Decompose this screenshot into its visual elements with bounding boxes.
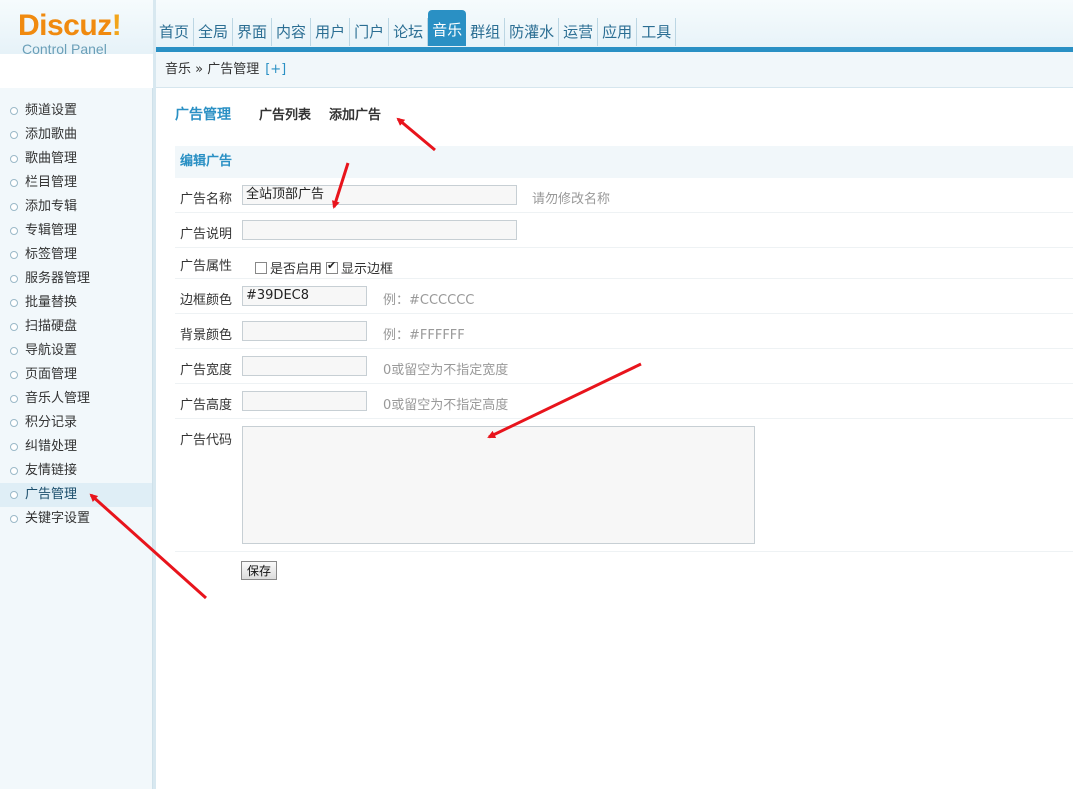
enable-label: 是否启用 xyxy=(270,262,323,277)
main-content: 广告管理 广告列表 添加广告 编辑广告 广告名称 全站顶部广告 请勿修改名称 广… xyxy=(165,88,1073,789)
nav-anti-spam[interactable]: 防灌水 xyxy=(505,18,560,46)
show-border-checkbox[interactable] xyxy=(326,259,338,274)
sidebar-item-friend-links[interactable]: 友情链接 xyxy=(0,459,152,483)
sidebar-item-musician-manage[interactable]: 音乐人管理 xyxy=(0,387,152,411)
ad-height-hint: 0或留空为不指定高度 xyxy=(383,398,509,413)
breadcrumb: 音乐 » 广告管理 [+] xyxy=(155,52,1073,88)
nav-tools[interactable]: 工具 xyxy=(637,18,677,46)
nav-apps[interactable]: 应用 xyxy=(598,18,638,46)
row-ad-name: 广告名称 全站顶部广告 请勿修改名称 xyxy=(175,178,1073,213)
logo-brand: Discuz xyxy=(18,9,112,42)
tab-ad-list[interactable]: 广告列表 xyxy=(259,104,311,123)
bg-color-hint: 例：#FFFFFF xyxy=(383,328,465,343)
sidebar-item-error-handling[interactable]: 纠错处理 xyxy=(0,435,152,459)
nav-home[interactable]: 首页 xyxy=(155,18,195,46)
sidebar-item-server-manage[interactable]: 服务器管理 xyxy=(0,267,152,291)
tab-add-ad[interactable]: 添加广告 xyxy=(329,104,381,123)
row-ad-desc: 广告说明 xyxy=(175,213,1073,248)
page-title: 广告管理 xyxy=(175,107,231,123)
ad-name-hint: 请勿修改名称 xyxy=(532,192,611,207)
border-option[interactable]: 显示边框 xyxy=(326,258,393,277)
nav-operations[interactable]: 运营 xyxy=(559,18,599,46)
bg-color-label: 背景颜色 xyxy=(180,328,233,343)
border-color-hint: 例：#CCCCCC xyxy=(383,293,475,308)
discuz-logo[interactable]: Discuz! Control Panel xyxy=(18,9,148,57)
top-nav: 首页 全局 界面 内容 用户 门户 论坛 音乐 群组 防灌水 运营 应用 工具 xyxy=(155,10,677,46)
ad-name-label: 广告名称 xyxy=(180,192,233,207)
sidebar-item-tag-manage[interactable]: 标签管理 xyxy=(0,243,152,267)
ad-name-input[interactable]: 全站顶部广告 xyxy=(242,185,517,205)
sidebar-item-add-album[interactable]: 添加专辑 xyxy=(0,195,152,219)
show-border-label: 显示边框 xyxy=(341,262,394,277)
enable-checkbox[interactable] xyxy=(255,262,267,274)
sub-tabs: 广告管理 广告列表 添加广告 xyxy=(175,104,399,124)
ad-width-input[interactable] xyxy=(242,356,367,376)
ad-desc-input[interactable] xyxy=(242,220,517,240)
ad-attr-label: 广告属性 xyxy=(180,259,233,274)
add-shortcut-link[interactable]: [+] xyxy=(265,62,286,77)
sidebar-item-keyword-settings[interactable]: 关键字设置 xyxy=(0,507,152,531)
ad-width-label: 广告宽度 xyxy=(180,363,233,378)
nav-global[interactable]: 全局 xyxy=(194,18,234,46)
enable-option[interactable]: 是否启用 xyxy=(255,258,322,277)
ad-width-hint: 0或留空为不指定宽度 xyxy=(383,363,509,378)
nav-interface[interactable]: 界面 xyxy=(233,18,273,46)
edit-ad-form: 编辑广告 广告名称 全站顶部广告 请勿修改名称 广告说明 广告属性 是否启用 显… xyxy=(175,146,1073,552)
ad-height-label: 广告高度 xyxy=(180,398,233,413)
nav-forum[interactable]: 论坛 xyxy=(389,18,429,46)
border-color-label: 边框颜色 xyxy=(180,293,233,308)
logo-subtitle: Control Panel xyxy=(22,41,107,57)
ad-desc-label: 广告说明 xyxy=(180,227,233,242)
sidebar-item-nav-settings[interactable]: 导航设置 xyxy=(0,339,152,363)
breadcrumb-path: 音乐 » 广告管理 xyxy=(165,62,260,77)
sidebar-item-channel-settings[interactable]: 频道设置 xyxy=(0,99,152,123)
row-ad-attr: 广告属性 是否启用 显示边框 xyxy=(175,248,1073,279)
row-ad-width: 广告宽度 0或留空为不指定宽度 xyxy=(175,349,1073,384)
sidebar-item-add-song[interactable]: 添加歌曲 xyxy=(0,123,152,147)
ad-code-label: 广告代码 xyxy=(180,433,233,448)
ad-height-input[interactable] xyxy=(242,391,367,411)
sidebar-item-album-manage[interactable]: 专辑管理 xyxy=(0,219,152,243)
nav-groups[interactable]: 群组 xyxy=(466,18,506,46)
sidebar-item-song-manage[interactable]: 歌曲管理 xyxy=(0,147,152,171)
section-title: 编辑广告 xyxy=(175,146,1073,178)
bg-color-input[interactable] xyxy=(242,321,367,341)
sidebar-item-column-manage[interactable]: 栏目管理 xyxy=(0,171,152,195)
header: Discuz! Control Panel 首页 全局 界面 内容 用户 门户 … xyxy=(0,0,1073,57)
nav-portal[interactable]: 门户 xyxy=(350,18,390,46)
sidebar-item-scan-disk[interactable]: 扫描硬盘 xyxy=(0,315,152,339)
row-border-color: 边框颜色 #39DEC8 例：#CCCCCC xyxy=(175,279,1073,314)
nav-music[interactable]: 音乐 xyxy=(428,10,467,46)
row-ad-code: 广告代码 xyxy=(175,419,1073,552)
row-ad-height: 广告高度 0或留空为不指定高度 xyxy=(175,384,1073,419)
logo-bang: ! xyxy=(111,9,122,42)
row-bg-color: 背景颜色 例：#FFFFFF xyxy=(175,314,1073,349)
sidebar-item-points-log[interactable]: 积分记录 xyxy=(0,411,152,435)
ad-code-textarea[interactable] xyxy=(242,426,755,544)
sidebar: 频道设置 添加歌曲 歌曲管理 栏目管理 添加专辑 专辑管理 标签管理 服务器管理… xyxy=(0,88,153,789)
sidebar-divider xyxy=(153,0,156,789)
sidebar-item-batch-replace[interactable]: 批量替换 xyxy=(0,291,152,315)
sidebar-item-page-manage[interactable]: 页面管理 xyxy=(0,363,152,387)
nav-users[interactable]: 用户 xyxy=(311,18,351,46)
border-color-input[interactable]: #39DEC8 xyxy=(242,286,367,306)
nav-content[interactable]: 内容 xyxy=(272,18,312,46)
save-button[interactable]: 保存 xyxy=(241,561,278,580)
sidebar-item-ad-manage[interactable]: 广告管理 xyxy=(0,483,152,507)
